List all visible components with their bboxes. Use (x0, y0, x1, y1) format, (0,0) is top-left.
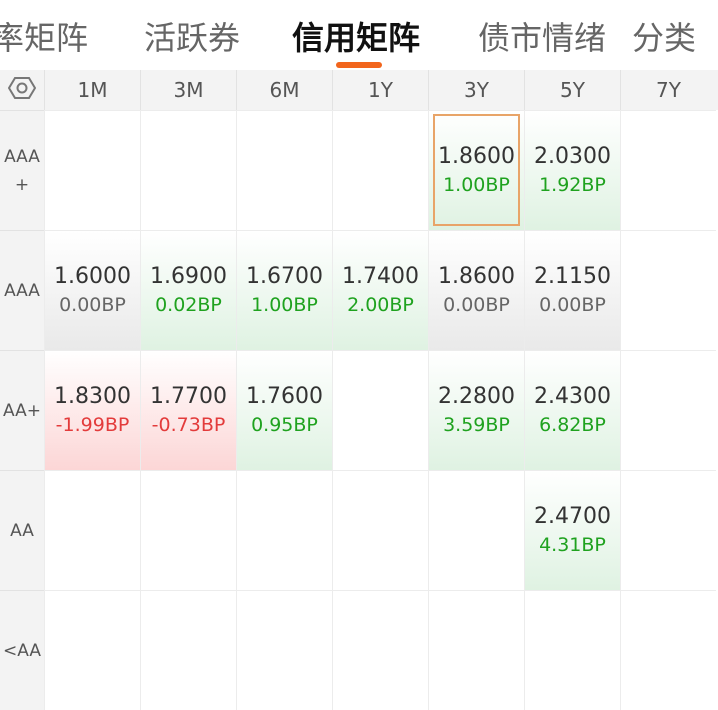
matrix-cell[interactable] (140, 110, 236, 230)
matrix-cell[interactable] (44, 110, 140, 230)
matrix-cell[interactable] (332, 110, 428, 230)
yield-value: 1.8300 (54, 383, 131, 409)
tab-bond-sentiment[interactable]: 债市情绪 (478, 16, 606, 60)
yield-value: 1.8600 (438, 143, 515, 169)
matrix-cell[interactable]: 1.7700 -0.73BP (140, 350, 236, 470)
bp-change: -1.99BP (55, 413, 130, 436)
matrix-cell[interactable] (140, 590, 236, 710)
tenor-header-1m[interactable]: 1M (44, 70, 140, 110)
rating-label-text: AAA (4, 280, 40, 301)
matrix-cell[interactable] (524, 590, 620, 710)
rating-label: AAA + (0, 110, 44, 230)
matrix-cell[interactable] (620, 110, 716, 230)
matrix-cell[interactable]: 2.0300 1.92BP (524, 110, 620, 230)
bp-change: -0.73BP (151, 413, 226, 436)
bp-change: 4.31BP (539, 533, 606, 556)
matrix-cell[interactable] (236, 470, 332, 590)
rating-label-text: AA+ (3, 400, 41, 421)
yield-value: 1.7600 (246, 383, 323, 409)
matrix-cell[interactable]: 1.8600 1.00BP (428, 110, 524, 230)
tab-category[interactable]: 分类 (632, 16, 696, 60)
matrix-cell[interactable] (236, 590, 332, 710)
bp-change: 1.92BP (539, 173, 606, 196)
active-tab-indicator (336, 62, 382, 68)
bp-change: 0.00BP (59, 293, 126, 316)
tenor-header-3y[interactable]: 3Y (428, 70, 524, 110)
tab-bar: 率矩阵 活跃券 信用矩阵 债市情绪 分类 (0, 0, 718, 70)
tenor-header-6m[interactable]: 6M (236, 70, 332, 110)
rating-label: AA+ (0, 350, 44, 470)
matrix-cell[interactable] (428, 590, 524, 710)
settings-button[interactable] (0, 70, 44, 110)
tenor-header-5y[interactable]: 5Y (524, 70, 620, 110)
yield-value: 2.2800 (438, 383, 515, 409)
yield-value: 1.6900 (150, 263, 227, 289)
matrix-cell[interactable] (44, 590, 140, 710)
bp-change: 0.02BP (155, 293, 222, 316)
matrix-cell[interactable]: 1.8300 -1.99BP (44, 350, 140, 470)
credit-matrix-grid: 1M 3M 6M 1Y 3Y 5Y 7Y AAA + 1.8600 1.00BP 2.0300 1.… (0, 70, 718, 710)
bp-change: 3.59BP (443, 413, 510, 436)
yield-value: 2.0300 (534, 143, 611, 169)
matrix-cell[interactable]: 1.7600 0.95BP (236, 350, 332, 470)
yield-value: 1.8600 (438, 263, 515, 289)
yield-value: 1.6000 (54, 263, 131, 289)
matrix-cell[interactable] (332, 350, 428, 470)
yield-value: 1.7700 (150, 383, 227, 409)
matrix-cell[interactable] (620, 590, 716, 710)
bp-change: 0.95BP (251, 413, 318, 436)
yield-value: 2.1150 (534, 263, 611, 289)
rating-label-text: <AA (3, 640, 41, 661)
matrix-cell[interactable]: 2.4700 4.31BP (524, 470, 620, 590)
matrix-cell[interactable] (428, 470, 524, 590)
tenor-header-7y[interactable]: 7Y (620, 70, 716, 110)
rating-label-text: AAA + (4, 146, 40, 195)
matrix-cell[interactable]: 1.8600 0.00BP (428, 230, 524, 350)
matrix-cell[interactable] (236, 110, 332, 230)
hexagon-settings-icon (7, 76, 37, 104)
bp-change: 1.00BP (443, 173, 510, 196)
bp-change: 2.00BP (347, 293, 414, 316)
matrix-cell[interactable]: 2.1150 0.00BP (524, 230, 620, 350)
rating-label: AA (0, 470, 44, 590)
matrix-cell[interactable] (140, 470, 236, 590)
tenor-header-row: 1M 3M 6M 1Y 3Y 5Y 7Y (0, 70, 718, 110)
yield-value: 1.7400 (342, 263, 419, 289)
matrix-cell[interactable]: 2.2800 3.59BP (428, 350, 524, 470)
bp-change: 0.00BP (443, 293, 510, 316)
matrix-cell[interactable]: 1.6700 1.00BP (236, 230, 332, 350)
matrix-cell[interactable]: 1.6900 0.02BP (140, 230, 236, 350)
matrix-cell[interactable] (620, 350, 716, 470)
yield-value: 1.6700 (246, 263, 323, 289)
tenor-header-1y[interactable]: 1Y (332, 70, 428, 110)
matrix-cell[interactable]: 1.7400 2.00BP (332, 230, 428, 350)
matrix-cell[interactable] (620, 470, 716, 590)
bp-change: 0.00BP (539, 293, 606, 316)
matrix-cell[interactable]: 2.4300 6.82BP (524, 350, 620, 470)
tenor-header-3m[interactable]: 3M (140, 70, 236, 110)
rating-label: <AA (0, 590, 44, 710)
rating-label: AAA (0, 230, 44, 350)
yield-value: 2.4700 (534, 503, 611, 529)
matrix-cell[interactable]: 1.6000 0.00BP (44, 230, 140, 350)
matrix-cell[interactable] (620, 230, 716, 350)
yield-value: 2.4300 (534, 383, 611, 409)
rating-label-text: AA (10, 520, 34, 541)
bp-change: 1.00BP (251, 293, 318, 316)
tab-rate-matrix[interactable]: 率矩阵 (0, 16, 88, 60)
matrix-cell[interactable] (332, 590, 428, 710)
bp-change: 6.82BP (539, 413, 606, 436)
matrix-cell[interactable] (332, 470, 428, 590)
tab-credit-matrix[interactable]: 信用矩阵 (292, 16, 420, 60)
tab-active-bonds[interactable]: 活跃券 (144, 16, 240, 60)
matrix-cell[interactable] (44, 470, 140, 590)
